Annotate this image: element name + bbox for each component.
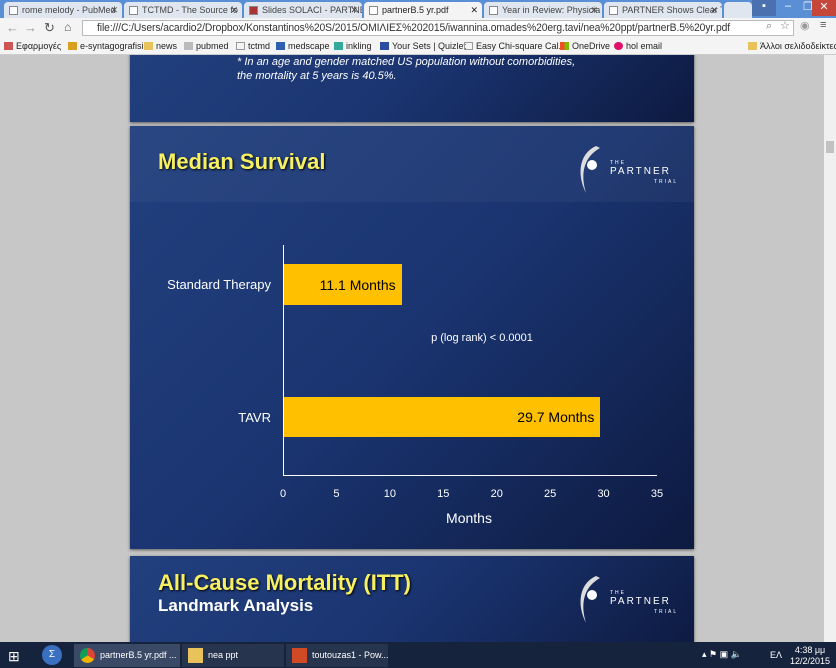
zoom-icon[interactable]: ⌕: [766, 20, 772, 33]
scrollbar[interactable]: [824, 55, 836, 642]
pubmed-icon: [184, 42, 193, 50]
page-icon: [129, 6, 138, 15]
bookmark-apps[interactable]: Εφαρμογές: [4, 41, 61, 51]
apps-icon: [4, 42, 13, 50]
bookmarks-bar: Εφαρμογές e-syntagografisi news pubmed t…: [0, 38, 836, 55]
powerpoint-icon: [292, 648, 307, 663]
close-window-button[interactable]: ✕: [812, 0, 836, 16]
close-icon[interactable]: ✕: [710, 5, 718, 16]
bookmark-chisquare[interactable]: Easy Chi-square Cal...: [464, 41, 566, 51]
reload-icon[interactable]: ↻: [44, 20, 55, 36]
mortality-note: * In an age and gender matched US popula…: [237, 56, 576, 82]
tab-pdf[interactable]: partnerB.5 yr.pdf ✕: [364, 2, 482, 18]
page-icon: [369, 6, 378, 15]
address-bar[interactable]: file:///C:/Users/acardio2/Dropbox/Konsta…: [82, 20, 794, 36]
close-icon[interactable]: ✕: [350, 5, 358, 16]
new-tab-button[interactable]: [724, 2, 752, 18]
inkling-icon: [334, 42, 343, 50]
bookmark-inkling[interactable]: inkling: [334, 41, 372, 51]
next-slide-subtitle: Landmark Analysis: [158, 596, 314, 615]
close-icon[interactable]: ✕: [110, 5, 118, 16]
bookmark-esyntagografisi[interactable]: e-syntagografisi: [68, 41, 144, 51]
tab-year-review[interactable]: Year in Review: Physicia ✕: [484, 2, 602, 18]
tab-pubmed[interactable]: rome melody - PubMed ✕: [4, 2, 122, 18]
partner-logo-icon: [580, 576, 600, 623]
taskbar-powerpoint[interactable]: toutouzas1 - Pow...: [286, 644, 389, 667]
user-icon[interactable]: ▪: [752, 0, 776, 16]
star-icon[interactable]: ☆: [780, 19, 790, 32]
taskbar-explorer[interactable]: nea ppt: [182, 644, 284, 667]
partner-logo-icon: [580, 146, 600, 193]
chrome-icon: [80, 648, 95, 663]
other-bookmarks[interactable]: Άλλοι σελιδοδείκτες: [748, 41, 836, 51]
back-icon[interactable]: ←: [6, 20, 19, 35]
bookmark-news[interactable]: news: [144, 41, 177, 51]
page-icon: [609, 6, 618, 15]
bookmark-medscape[interactable]: medscape: [276, 41, 330, 51]
next-slide-title: All-Cause Mortality (ITT): [158, 570, 412, 595]
taskbar: ⊞ Σ partnerB.5 yr.pdf ... nea ppt toutou…: [0, 642, 836, 668]
folder-icon: [144, 42, 153, 50]
bookmark-pubmed[interactable]: pubmed: [184, 41, 229, 51]
language-indicator[interactable]: ΕΛ: [770, 650, 782, 660]
partner-trial-logo: THE PARTNER TRIAL: [574, 143, 684, 198]
tab-bar: rome melody - PubMed ✕ TCTMD - The Source…: [0, 0, 836, 18]
clock[interactable]: 4:38 μμ 12/2/2015: [790, 645, 830, 667]
site-icon: [68, 42, 77, 50]
bookmark-hol-email[interactable]: hol email: [614, 41, 662, 51]
windows-start-icon[interactable]: ⊞: [8, 648, 20, 665]
math-app-icon[interactable]: Σ: [42, 645, 62, 665]
next-slide: All-Cause Mortality (ITT) Landmark Analy…: [130, 556, 694, 642]
taskbar-chrome[interactable]: partnerB.5 yr.pdf ...: [74, 644, 180, 667]
median-survival-slide: Median Survival THE PARTNER TRIAL: [130, 126, 694, 549]
pdf-viewer: * In an age and gender matched US popula…: [0, 55, 824, 642]
folder-icon: [188, 648, 203, 663]
close-icon[interactable]: ✕: [230, 5, 238, 16]
forward-icon[interactable]: →: [24, 20, 37, 35]
extension-icon[interactable]: ◉: [800, 19, 810, 32]
pubmed-icon: [9, 6, 18, 15]
close-icon[interactable]: ✕: [470, 5, 478, 16]
bookmark-onedrive[interactable]: OneDrive: [560, 41, 610, 51]
tab-solaci[interactable]: Slides SOLACI - PARTNE ✕: [244, 2, 362, 18]
tab-tctmd[interactable]: TCTMD - The Source fo ✕: [124, 2, 242, 18]
medscape-icon: [276, 42, 285, 50]
page-icon: [464, 42, 473, 50]
hol-icon: [614, 42, 623, 50]
scrollbar-thumb[interactable]: [826, 141, 834, 153]
windows-icon: [560, 42, 569, 50]
home-icon[interactable]: ⌂: [64, 20, 71, 34]
slides-icon: [249, 6, 258, 15]
quizlet-icon: [380, 42, 389, 50]
close-icon[interactable]: ✕: [590, 5, 598, 16]
tab-partner[interactable]: PARTNER Shows Clear T ✕: [604, 2, 722, 18]
previous-slide: * In an age and gender matched US popula…: [130, 55, 694, 122]
page-icon: [489, 6, 498, 15]
partner-trial-logo: THE PARTNER TRIAL: [574, 573, 684, 628]
slide-title: Median Survival: [158, 149, 326, 174]
tray-icons[interactable]: ▴ ⚑ ▣ 🔈: [702, 649, 742, 660]
folder-icon: [748, 42, 757, 50]
menu-icon[interactable]: ≡: [820, 19, 826, 31]
bookmark-tctmd[interactable]: tctmd: [236, 41, 270, 51]
page-icon: [236, 42, 245, 50]
bookmark-quizlet[interactable]: Your Sets | Quizlet: [380, 41, 466, 51]
